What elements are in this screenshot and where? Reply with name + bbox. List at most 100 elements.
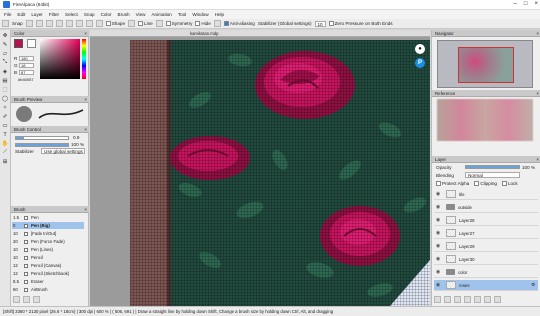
visibility-eye-icon[interactable]: ◉ (434, 230, 442, 236)
layer-folder-row[interactable]: ◉ color (434, 267, 538, 278)
snap-curve-button[interactable] (85, 20, 93, 27)
shape-icon[interactable] (128, 20, 136, 27)
brush-item[interactable]: 10 Pencil (12, 254, 84, 261)
blue-input[interactable]: 87 (19, 70, 34, 75)
select-icon[interactable]: ⬚ (2, 86, 9, 93)
green-input[interactable]: 18 (19, 63, 34, 68)
symmetry-toggle[interactable]: Symmetry (165, 21, 192, 27)
visibility-eye-icon[interactable]: ◉ (434, 217, 442, 223)
background-color-swatch[interactable] (27, 39, 36, 48)
merge-layer-button[interactable] (464, 296, 471, 303)
minimize-icon[interactable]: – (514, 1, 517, 7)
menu-item-select[interactable]: Select (65, 12, 78, 17)
visibility-eye-icon[interactable]: ◉ (434, 282, 442, 288)
selection-eraser-icon[interactable]: ▭ (2, 122, 9, 129)
brush-size-slider[interactable] (15, 136, 69, 140)
brush-item[interactable]: 10 Pen (Lines) (12, 246, 84, 253)
transform-icon[interactable]: ⤡ (2, 59, 9, 66)
add-brush-button[interactable] (13, 296, 20, 303)
delete-brush-button[interactable] (33, 296, 40, 303)
selection-pen-icon[interactable]: ✐ (2, 113, 9, 120)
antialias-toggle[interactable]: Anti-aliasing (223, 21, 255, 27)
maximize-icon[interactable]: □ (524, 1, 528, 7)
visibility-eye-icon[interactable]: ◉ (434, 191, 442, 197)
saturation-value-picker[interactable] (40, 39, 80, 79)
lock-checkbox[interactable] (501, 181, 507, 187)
panel-close-icon[interactable]: × (536, 30, 539, 36)
panel-close-icon[interactable]: × (536, 156, 539, 162)
brush-opacity-slider[interactable] (15, 143, 69, 147)
close-icon[interactable]: × (534, 1, 538, 7)
zero-pressure-checkbox[interactable] (328, 21, 334, 27)
magic-wand-icon[interactable]: ✧ (2, 104, 9, 111)
duplicate-layer-button[interactable] (454, 296, 461, 303)
menu-item-file[interactable]: File (4, 12, 11, 17)
red-input[interactable]: 180 (19, 56, 34, 61)
panel-close-icon[interactable]: × (84, 126, 87, 132)
brush-item[interactable]: 10 [Fade In/Out] (12, 230, 84, 237)
layer-folder-row[interactable]: ◉ outside (434, 202, 538, 213)
brush-item[interactable]: 1.5 Pen (12, 214, 84, 221)
visibility-eye-icon[interactable]: ◉ (434, 204, 442, 210)
brush-item[interactable]: 12 Pencil (Sketchbook) (12, 270, 84, 277)
hex-value[interactable]: #b40057 (18, 77, 34, 82)
brush-icon[interactable]: ✎ (2, 41, 9, 48)
clipping-checkbox[interactable] (474, 181, 480, 187)
menu-item-tool[interactable]: Tool (178, 12, 186, 17)
menu-item-view[interactable]: View (136, 12, 146, 17)
blending-select[interactable]: Normal (465, 172, 520, 178)
undo-button[interactable] (2, 20, 9, 27)
hide-checkbox[interactable] (195, 21, 201, 27)
delete-layer-button[interactable] (484, 296, 491, 303)
menu-item-snap[interactable]: Snap (84, 12, 95, 17)
snap-vanishing-button[interactable] (55, 20, 63, 27)
hide-toggle[interactable]: Hide (195, 21, 211, 27)
eyedropper-icon[interactable]: ⟋ (2, 149, 9, 156)
protect-alpha-checkbox[interactable] (436, 181, 441, 187)
clear-layer-button[interactable] (474, 296, 481, 303)
document-tab[interactable]: kamikotan.mdp (90, 30, 430, 37)
visibility-eye-icon[interactable]: ◉ (434, 256, 442, 262)
menu-item-window[interactable]: Window (192, 12, 208, 17)
brush-item[interactable]: 20 Pen (Force Fade) (12, 238, 84, 245)
layer-row[interactable]: ◉ roses ⚙ (434, 280, 538, 291)
eraser-icon[interactable]: ▱ (2, 50, 9, 57)
divide-icon[interactable]: ⊞ (2, 158, 9, 165)
symmetry-icon[interactable] (155, 20, 163, 27)
line-checkbox[interactable] (138, 21, 144, 27)
snap-parallel-button[interactable] (35, 20, 43, 27)
menu-item-filter[interactable]: Filter (49, 12, 59, 17)
lock-toggle[interactable]: Lock (501, 181, 518, 187)
symmetry-checkbox[interactable] (165, 21, 171, 27)
snap-extra-button[interactable] (95, 20, 103, 27)
clipping-toggle[interactable]: Clipping (474, 181, 497, 187)
layer-row[interactable]: ◉ tile (434, 189, 538, 200)
zero-pressure-toggle[interactable]: Zero Pressure on Both Ends (328, 21, 393, 27)
navigator-thumbnail[interactable] (437, 40, 533, 88)
layer-settings-gear-icon[interactable]: ⚙ (531, 282, 535, 288)
lasso-icon[interactable]: ◯ (2, 95, 9, 102)
brush-item[interactable]: 0 Pen (Big) (12, 222, 84, 229)
antialias-checkbox[interactable] (223, 21, 229, 27)
menu-item-help[interactable]: Help (215, 12, 224, 17)
menu-item-brush[interactable]: Brush (118, 12, 130, 17)
visibility-eye-icon[interactable]: ◉ (434, 243, 442, 249)
layer-opacity-slider[interactable] (465, 165, 520, 169)
panel-close-icon[interactable]: × (84, 30, 87, 36)
menu-item-color[interactable]: Color (101, 12, 112, 17)
fill-icon[interactable]: ◈ (2, 68, 9, 75)
protect-alpha-toggle[interactable]: Protect Alpha (436, 181, 469, 187)
add-folder-button[interactable] (444, 296, 451, 303)
snap-crisscross-button[interactable] (45, 20, 53, 27)
p-badge-icon[interactable]: P (415, 58, 425, 68)
snap-radial-button[interactable] (65, 20, 73, 27)
layer-settings-button[interactable] (494, 296, 501, 303)
gradient-icon[interactable]: ▤ (2, 77, 9, 84)
hue-slider[interactable] (82, 39, 86, 79)
shape-toggle[interactable]: Shape (105, 21, 125, 27)
hand-icon[interactable]: ✋ (2, 140, 9, 147)
layer-row[interactable]: ◉ Layer27 (434, 228, 538, 239)
brush-item[interactable]: 12 Pencil (Canvas) (12, 262, 84, 269)
panel-close-icon[interactable]: × (536, 90, 539, 96)
brush-settings-button[interactable] (23, 296, 30, 303)
